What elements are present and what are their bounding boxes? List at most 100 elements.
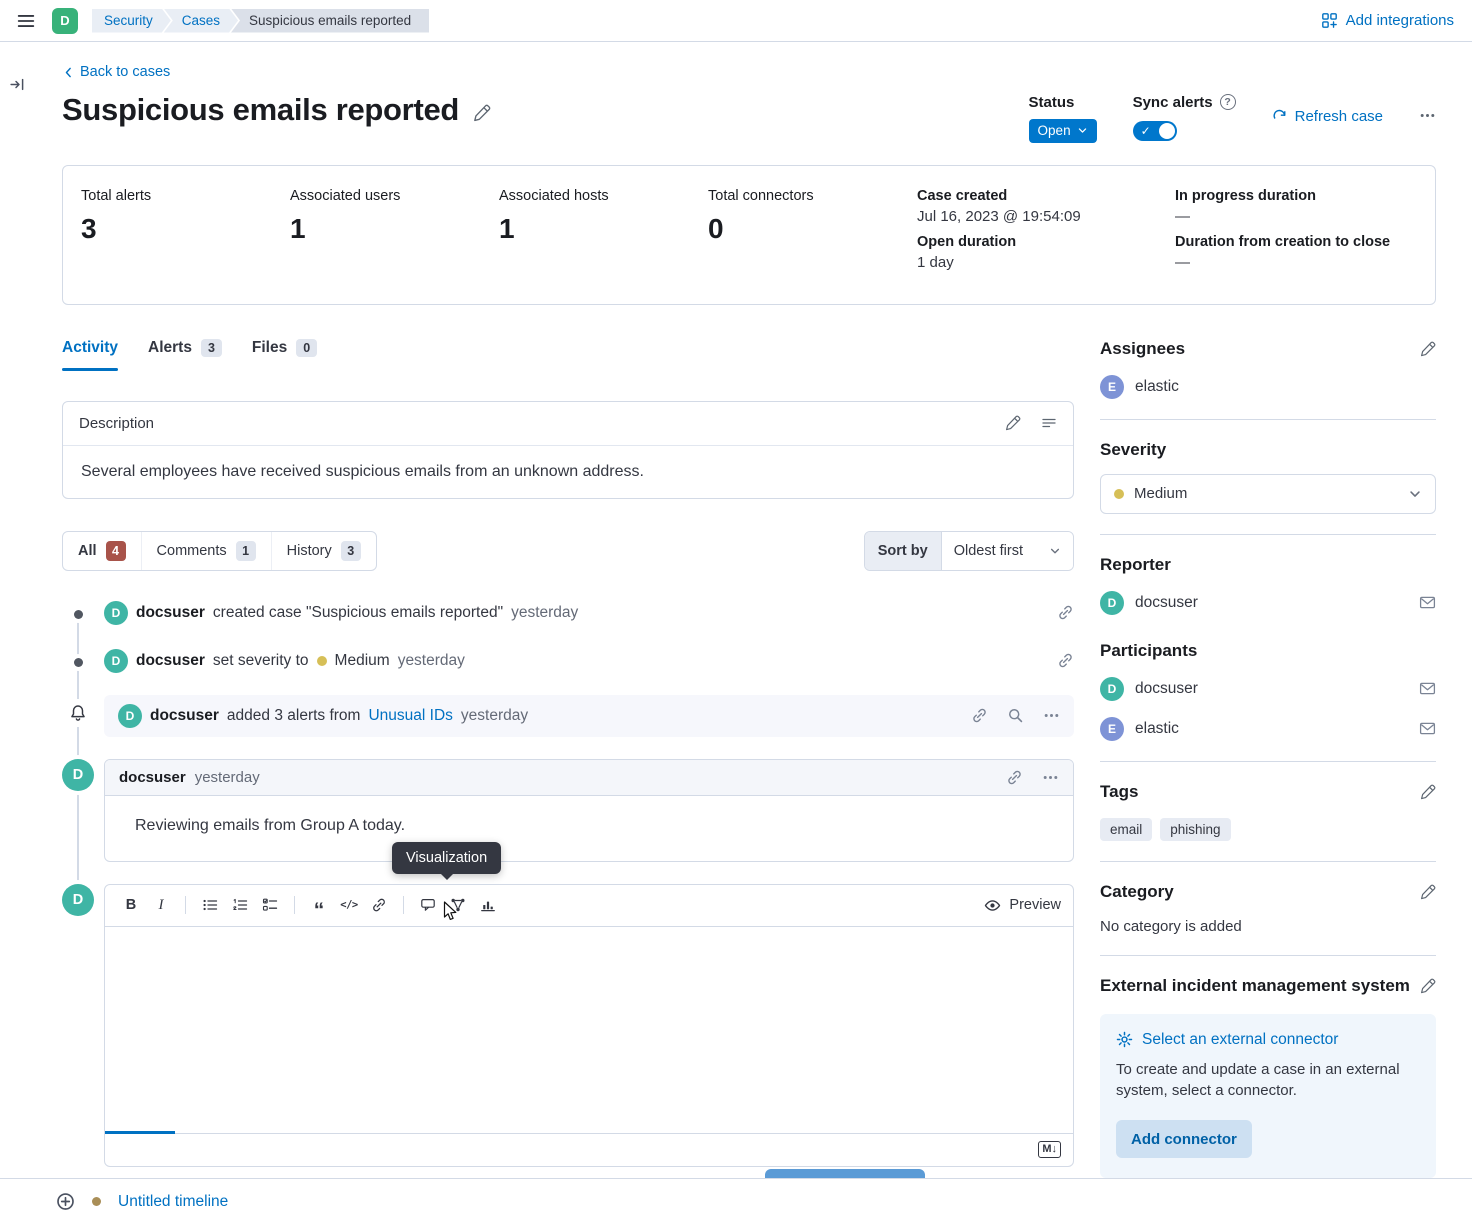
insert-visualization-button[interactable]	[474, 891, 502, 919]
space-avatar[interactable]: D	[52, 8, 78, 34]
reporter-title: Reporter	[1100, 555, 1436, 575]
case-sidebar: Assignees E elastic Severity Medium	[1100, 339, 1436, 1179]
edit-connector-pencil-icon[interactable]	[1420, 978, 1436, 994]
comments-count-badge: 1	[236, 541, 256, 561]
copy-link-icon[interactable]	[1006, 769, 1023, 786]
toggle-knob	[1159, 123, 1175, 139]
quote-button[interactable]: “	[305, 891, 333, 919]
add-integrations-link[interactable]: Add integrations	[1321, 12, 1454, 29]
severity-medium-dot	[317, 656, 327, 666]
case-tabs: Activity Alerts3 Files0	[62, 339, 1074, 371]
bell-icon	[69, 699, 87, 727]
breadcrumb-cases[interactable]: Cases	[164, 9, 238, 33]
sync-alerts-toggle[interactable]: ✓	[1133, 121, 1177, 141]
copy-link-icon[interactable]	[1057, 652, 1074, 669]
mail-icon[interactable]	[1419, 594, 1436, 611]
divider	[1100, 761, 1436, 762]
in-progress-duration: In progress duration —	[1175, 188, 1415, 225]
tab-files[interactable]: Files0	[252, 339, 317, 371]
eye-icon	[984, 897, 1001, 914]
edit-category-pencil-icon[interactable]	[1420, 884, 1436, 900]
visualization-tooltip: Visualization	[392, 842, 501, 874]
activity-filter-row: All 4 Comments 1 History 3 Sort	[62, 531, 1074, 571]
breadcrumb-security[interactable]: Security	[92, 9, 171, 33]
mail-icon[interactable]	[1419, 720, 1436, 737]
menu-icon[interactable]	[14, 9, 38, 33]
activity-filter-group: All 4 Comments 1 History 3	[62, 531, 377, 571]
unordered-list-button[interactable]	[196, 891, 224, 919]
activity-item-created: D docsuser created case "Suspicious emai…	[62, 599, 1074, 625]
filter-comments[interactable]: Comments 1	[142, 532, 272, 570]
all-count-badge: 4	[106, 541, 126, 561]
new-timeline-plus-icon[interactable]	[56, 1192, 75, 1211]
filter-all[interactable]: All 4	[63, 532, 142, 570]
status-block: Status Open	[1029, 94, 1097, 143]
refresh-icon	[1272, 109, 1287, 124]
task-list-button[interactable]	[256, 891, 284, 919]
edit-description-pencil-icon[interactable]	[1005, 415, 1021, 431]
tab-activity[interactable]: Activity	[62, 339, 118, 371]
copy-link-icon[interactable]	[1057, 604, 1074, 621]
app-header: D Security Cases Suspicious emails repor…	[0, 0, 1472, 42]
comment-actions-ellipsis-icon[interactable]	[1042, 769, 1059, 786]
divider	[1100, 534, 1436, 535]
back-to-cases-link[interactable]: Back to cases	[62, 64, 170, 80]
category-empty-text: No category is added	[1100, 918, 1436, 935]
copy-link-icon[interactable]	[971, 707, 988, 724]
integrations-icon	[1321, 12, 1338, 29]
connector-panel: Select an external connector To create a…	[1100, 1014, 1436, 1179]
unusual-ids-link[interactable]: Unusual IDs	[368, 707, 452, 725]
insert-comment-button[interactable]	[414, 891, 442, 919]
case-created: Case created Jul 16, 2023 @ 19:54:09	[917, 188, 1165, 225]
preview-button[interactable]: Preview	[984, 897, 1061, 914]
category-title: Category	[1100, 882, 1174, 902]
description-text: Several employees have received suspicio…	[63, 445, 1073, 498]
editor-footer: M↓	[105, 1133, 1073, 1166]
code-button[interactable]: </>	[335, 891, 363, 919]
chevron-left-icon	[62, 66, 75, 79]
reporter-section: Reporter D docsuser	[1100, 555, 1436, 615]
page-title: Suspicious emails reported	[62, 92, 459, 128]
untitled-timeline-link[interactable]: Untitled timeline	[118, 1193, 228, 1211]
case-title-row: Suspicious emails reported Status Open S…	[62, 92, 1436, 143]
comment-item: D docsuser yesterday Reviewing emails f	[62, 759, 1074, 862]
bold-button[interactable]: B	[117, 891, 145, 919]
add-comment-button-partial[interactable]	[765, 1169, 925, 1178]
case-controls: Status Open Sync alerts ? ✓	[1029, 92, 1436, 143]
expand-nav-icon[interactable]	[9, 76, 26, 93]
investigate-alerts-icon[interactable]	[1007, 707, 1024, 724]
help-icon[interactable]: ?	[1220, 94, 1236, 110]
edit-assignees-pencil-icon[interactable]	[1420, 341, 1436, 357]
divider	[185, 896, 186, 914]
category-section: Category No category is added	[1100, 882, 1436, 935]
chevron-down-icon	[1408, 487, 1422, 501]
editor-focus-bar	[105, 1131, 175, 1134]
avatar: D	[62, 884, 94, 916]
sort-order-select[interactable]: Oldest first	[942, 532, 1073, 570]
ordered-list-button[interactable]	[226, 891, 254, 919]
sync-alerts-block: Sync alerts ? ✓	[1133, 94, 1236, 141]
italic-button[interactable]: I	[147, 891, 175, 919]
breadcrumb: Security Cases Suspicious emails reporte…	[92, 9, 429, 33]
breadcrumb-current: Suspicious emails reported	[231, 9, 429, 33]
collapse-description-icon[interactable]	[1041, 415, 1057, 431]
actions-ellipsis-icon[interactable]	[1043, 707, 1060, 724]
status-dropdown[interactable]: Open	[1029, 119, 1097, 143]
add-connector-button[interactable]: Add connector	[1116, 1120, 1252, 1158]
avatar: D	[1100, 677, 1124, 701]
filter-history[interactable]: History 3	[272, 532, 376, 570]
creation-to-close-duration: Duration from creation to close —	[1175, 234, 1415, 271]
comment-textarea[interactable]	[105, 927, 1073, 1133]
mail-icon[interactable]	[1419, 680, 1436, 697]
select-connector-link[interactable]: Select an external connector	[1116, 1031, 1420, 1049]
editor-toolbar: B I “ </>	[105, 885, 1073, 927]
edit-title-pencil-icon[interactable]	[473, 104, 491, 122]
link-button[interactable]	[365, 891, 393, 919]
refresh-case-button[interactable]: Refresh case	[1272, 108, 1383, 125]
edit-tags-pencil-icon[interactable]	[1420, 784, 1436, 800]
assignee-row: E elastic	[1100, 375, 1436, 399]
severity-select[interactable]: Medium	[1100, 474, 1436, 514]
participant-row: D docsuser	[1100, 677, 1436, 701]
case-actions-ellipsis-icon[interactable]	[1419, 107, 1436, 124]
tab-alerts[interactable]: Alerts3	[148, 339, 222, 371]
